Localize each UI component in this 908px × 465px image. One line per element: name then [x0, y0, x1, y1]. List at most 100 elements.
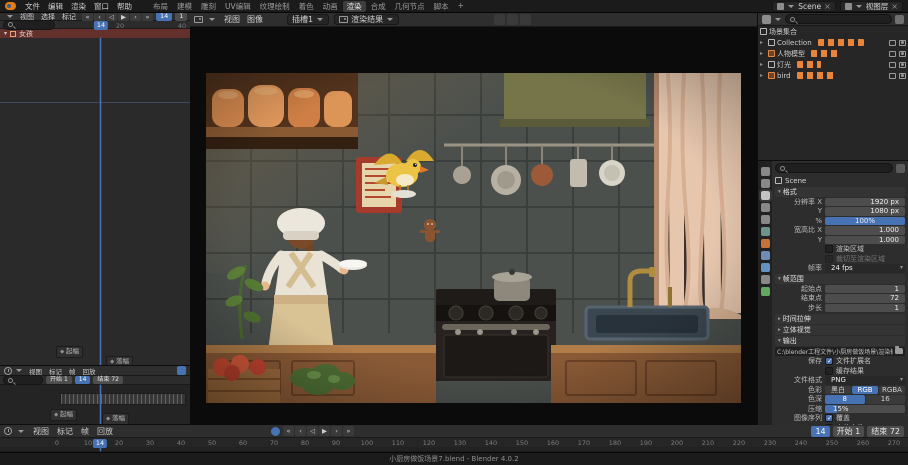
- screen-visibility-icon[interactable]: [889, 73, 896, 79]
- properties-tab-object[interactable]: [761, 239, 770, 248]
- workspace-tab[interactable]: 建模: [173, 1, 196, 12]
- frame-step-field[interactable]: 1: [825, 304, 905, 313]
- unlink-icon[interactable]: ×: [824, 2, 831, 11]
- timeline-marker[interactable]: 起幅: [50, 409, 77, 421]
- workspace-tab[interactable]: 渲染: [343, 1, 366, 12]
- aspect-x-field[interactable]: 1.000: [825, 226, 905, 235]
- transport-button[interactable]: «: [283, 426, 294, 436]
- timeline-marker[interactable]: 起幅: [56, 346, 83, 358]
- properties-tab-scene[interactable]: [761, 215, 770, 224]
- blender-logo-icon[interactable]: [5, 2, 16, 10]
- workspace-tab[interactable]: UV编辑: [221, 1, 255, 12]
- color-mode-button[interactable]: RGBA: [879, 386, 905, 395]
- overwrite-checkbox[interactable]: [825, 414, 833, 422]
- file-extensions-checkbox[interactable]: [825, 357, 833, 365]
- dope-canvas[interactable]: 起幅 落幅: [0, 38, 190, 365]
- search-input[interactable]: [3, 375, 43, 385]
- dope-ruler[interactable]: 14 2040: [58, 21, 187, 29]
- transport-button[interactable]: »: [343, 426, 354, 436]
- render-visibility-icon[interactable]: [899, 40, 906, 46]
- playhead-badge[interactable]: 14: [93, 439, 107, 448]
- cache-result-checkbox[interactable]: [825, 367, 833, 375]
- frame-end-field[interactable]: 72: [825, 294, 905, 303]
- scene-selector[interactable]: Scene ×: [772, 1, 836, 12]
- image-canvas[interactable]: [190, 27, 757, 425]
- properties-search-input[interactable]: [775, 163, 893, 173]
- timeline-menu[interactable]: 标记: [46, 366, 65, 377]
- properties-tab-object-data[interactable]: [761, 287, 770, 296]
- image-editor-icon[interactable]: [194, 16, 203, 23]
- properties-tab-modifiers[interactable]: [761, 251, 770, 260]
- unlink-icon[interactable]: ×: [891, 2, 898, 11]
- timeline-marker[interactable]: 落幅: [106, 356, 133, 365]
- view-layer-selector[interactable]: 视图层 ×: [840, 1, 903, 12]
- workspace-tab[interactable]: 着色: [295, 1, 318, 12]
- render-region-checkbox[interactable]: [825, 245, 833, 253]
- display-options-icon[interactable]: [520, 14, 531, 25]
- transport-button[interactable]: ›: [331, 426, 342, 436]
- timeline-menu[interactable]: 标记: [54, 425, 76, 438]
- render-visibility-icon[interactable]: [899, 73, 906, 79]
- color-mode-button[interactable]: RGB: [852, 386, 878, 395]
- file-format-dropdown[interactable]: PNG: [825, 376, 905, 385]
- disclosure-icon[interactable]: ▸: [760, 72, 766, 79]
- workspace-tab[interactable]: 雕刻: [197, 1, 220, 12]
- playhead[interactable]: [100, 38, 101, 365]
- transport-button[interactable]: ◁: [307, 426, 318, 436]
- menu[interactable]: 文件: [22, 0, 43, 13]
- crop-region-checkbox[interactable]: [825, 255, 833, 263]
- res-x-field[interactable]: 1920 px: [825, 198, 905, 207]
- outliner-row-collection[interactable]: ▸ Collection: [758, 37, 908, 48]
- pin-icon[interactable]: [494, 14, 505, 25]
- workspace-tab[interactable]: 几何节点: [391, 1, 429, 12]
- res-pct-slider[interactable]: 100%: [825, 217, 905, 226]
- disclosure-icon[interactable]: ▸: [760, 61, 766, 68]
- outliner-row-characters[interactable]: ▸ 人物模型: [758, 48, 908, 59]
- menu[interactable]: 帮助: [114, 0, 135, 13]
- transport-button[interactable]: ▶: [319, 426, 330, 436]
- start-frame-field[interactable]: 开始 1: [46, 376, 72, 384]
- properties-tab-physics[interactable]: [761, 263, 770, 272]
- filter-icon[interactable]: [895, 15, 904, 24]
- properties-tab-view-layer[interactable]: [761, 203, 770, 212]
- image-menu[interactable]: 视图: [221, 13, 243, 26]
- transport-button[interactable]: ‹: [295, 426, 306, 436]
- keying-icon[interactable]: [271, 427, 280, 436]
- screen-visibility-icon[interactable]: [889, 51, 896, 57]
- panel-format-header[interactable]: 格式: [775, 187, 905, 197]
- compression-slider[interactable]: 15%: [825, 405, 905, 414]
- timeline-editor-icon[interactable]: [4, 367, 12, 375]
- folder-browse-icon[interactable]: [895, 348, 903, 354]
- color-mode-button[interactable]: 黑白: [825, 386, 851, 395]
- start-frame-field[interactable]: 开始 1: [833, 426, 865, 437]
- outliner-search-input[interactable]: [785, 14, 892, 24]
- channels-icon[interactable]: [507, 14, 518, 25]
- mini-timeline-canvas[interactable]: 起幅 落幅: [0, 385, 190, 424]
- workspace-tab[interactable]: 动画: [319, 1, 342, 12]
- render-visibility-icon[interactable]: [899, 51, 906, 57]
- timeline-menu[interactable]: 回放: [94, 425, 116, 438]
- panel-output-header[interactable]: 输出: [775, 336, 905, 346]
- timeline-menu[interactable]: 帧: [66, 366, 79, 377]
- properties-tab-tool[interactable]: [761, 167, 770, 176]
- slot-dropdown[interactable]: 插槽1: [287, 14, 329, 25]
- playhead[interactable]: [100, 385, 101, 424]
- outliner-row-lights[interactable]: ▸ 灯光: [758, 59, 908, 70]
- end-frame-field[interactable]: 结束 72: [867, 426, 904, 437]
- channel-row-selected[interactable]: 女孩: [0, 29, 190, 38]
- menu[interactable]: 窗口: [91, 0, 112, 13]
- workspace-tab[interactable]: +: [454, 1, 468, 12]
- timeline-menu[interactable]: 帧: [78, 425, 92, 438]
- disclosure-icon[interactable]: ▸: [760, 50, 766, 57]
- menu[interactable]: 渲染: [68, 0, 89, 13]
- current-frame-field[interactable]: 14: [75, 376, 91, 384]
- properties-tab-world[interactable]: [761, 227, 770, 236]
- outliner-row-scene-collection[interactable]: 场景集合: [758, 26, 908, 37]
- workspace-tab[interactable]: 合成: [367, 1, 390, 12]
- timeline-editor-icon[interactable]: [4, 427, 12, 435]
- render-visibility-icon[interactable]: [899, 62, 906, 68]
- timeline-menu[interactable]: 视图: [30, 425, 52, 438]
- disclosure-icon[interactable]: ▸: [760, 39, 766, 46]
- end-frame-field[interactable]: 结束 72: [93, 376, 123, 384]
- playhead-badge[interactable]: 14: [94, 21, 108, 30]
